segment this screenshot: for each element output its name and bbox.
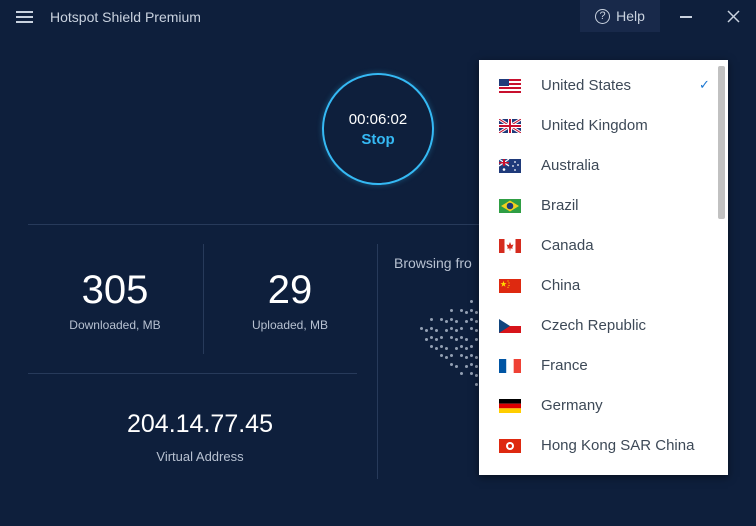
hong-kong-flag-icon (499, 439, 521, 453)
country-item-czech-republic[interactable]: Czech Republic (479, 306, 714, 346)
canada-flag-icon (499, 239, 521, 253)
minimize-button[interactable] (668, 0, 702, 32)
close-icon (727, 10, 740, 23)
app-title: Hotspot Shield Premium (50, 9, 201, 25)
brazil-flag-icon (499, 199, 521, 213)
downloaded-value: 305 (81, 268, 149, 312)
dropdown-scrollbar[interactable] (718, 66, 725, 219)
uk-flag-icon (499, 119, 521, 133)
country-item-hong-kong[interactable]: Hong Kong SAR China (479, 426, 714, 466)
germany-flag-icon (499, 399, 521, 413)
australia-flag-icon (499, 159, 521, 173)
country-name: Canada (541, 237, 594, 254)
country-item-united-states[interactable]: United States ✓ (479, 66, 714, 106)
country-item-australia[interactable]: Australia (479, 146, 714, 186)
connection-timer-button[interactable]: 00:06:02 Stop (322, 73, 434, 185)
country-item-canada[interactable]: Canada (479, 226, 714, 266)
country-name: Hong Kong SAR China (541, 437, 695, 454)
title-bar: Hotspot Shield Premium ? Help (0, 0, 756, 33)
country-name: France (541, 357, 588, 374)
country-item-china[interactable]: China (479, 266, 714, 306)
check-icon: ✓ (699, 77, 710, 92)
country-item-united-kingdom[interactable]: United Kingdom (479, 106, 714, 146)
stop-label: Stop (361, 130, 395, 148)
uploaded-value: 29 (267, 268, 313, 312)
help-icon: ? (595, 8, 611, 24)
country-item-brazil[interactable]: Brazil (479, 186, 714, 226)
country-name: Brazil (541, 197, 579, 214)
close-button[interactable] (716, 0, 750, 32)
browsing-from-label: Browsing fro (394, 255, 472, 271)
country-item-france[interactable]: France (479, 346, 714, 386)
divider (203, 244, 204, 354)
help-button[interactable]: ? Help (580, 0, 660, 32)
czech-flag-icon (499, 319, 521, 333)
connection-time: 00:06:02 (348, 110, 408, 128)
help-label: Help (616, 8, 645, 24)
france-flag-icon (499, 359, 521, 373)
virtual-ip-label: Virtual Address (156, 449, 244, 464)
country-item-germany[interactable]: Germany (479, 386, 714, 426)
country-dropdown[interactable]: United States ✓ United Kingdom Australia… (479, 60, 728, 475)
china-flag-icon (499, 279, 521, 293)
country-name: Australia (541, 157, 600, 174)
country-name: Germany (541, 397, 603, 414)
downloaded-label: Downloaded, MB (69, 318, 161, 332)
divider (377, 244, 378, 479)
virtual-ip-value: 204.14.77.45 (127, 410, 273, 438)
uploaded-label: Uploaded, MB (251, 318, 329, 332)
menu-icon[interactable] (16, 11, 33, 23)
country-name: United States (541, 77, 632, 94)
country-name: China (541, 277, 581, 294)
world-map (400, 300, 548, 400)
us-flag-icon (499, 79, 521, 93)
country-name: United Kingdom (541, 117, 648, 134)
country-name: Czech Republic (541, 317, 647, 334)
divider (28, 373, 357, 374)
